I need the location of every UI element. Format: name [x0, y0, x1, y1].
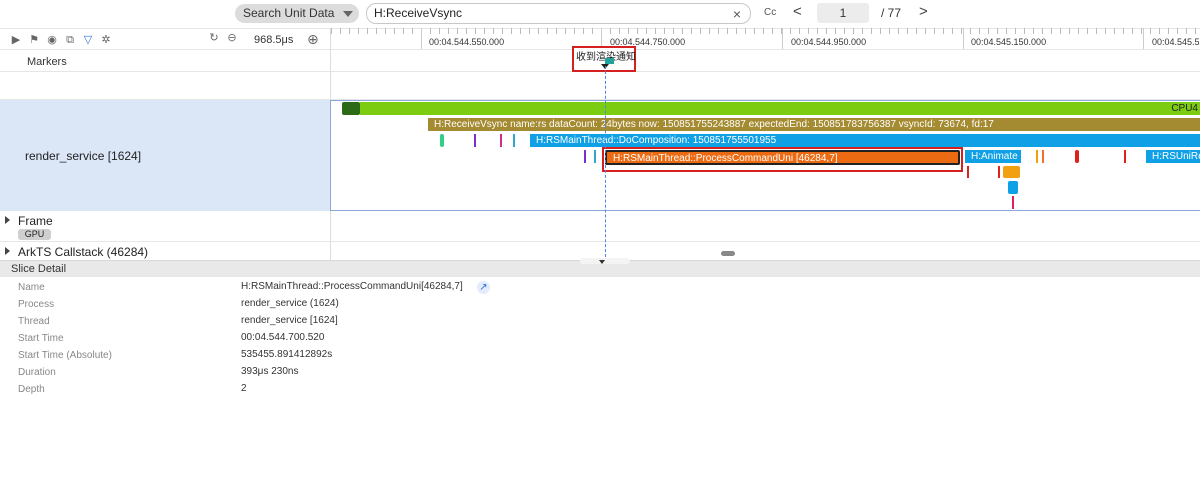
detail-value: 535455.891412892s — [241, 349, 333, 360]
expand-triangle-icon[interactable] — [5, 216, 10, 224]
receive-vsync-slice[interactable]: H:ReceiveVsync name:rs dataCount: 24byte… — [428, 118, 1200, 131]
tick-label: 00:04.544.950.000 — [791, 37, 867, 47]
ruler-major-tick — [1143, 28, 1144, 49]
result-total: / 77 — [881, 6, 902, 20]
detail-row: Thread render_service [1624] — [0, 313, 1200, 330]
detail-value: 00:04.544.700.520 — [241, 332, 325, 343]
empty-track-row — [0, 72, 1200, 100]
row-divider — [330, 242, 331, 260]
tick-label: 00:04.544.550.000 — [429, 37, 505, 47]
detail-key: Start Time — [18, 333, 64, 344]
expand-triangle-icon[interactable] — [5, 247, 10, 255]
small-slice[interactable] — [1012, 196, 1014, 209]
cpu-slice[interactable]: CPU4 — [360, 102, 1200, 115]
detail-key: Name — [18, 282, 45, 293]
zoom-in-icon[interactable]: ⊕ — [307, 31, 319, 48]
detail-value: 2 — [241, 383, 247, 394]
search-type-dropdown[interactable]: Search Unit Data — [235, 4, 359, 23]
match-case-toggle[interactable]: Cc — [764, 7, 776, 18]
ruler-major-tick — [782, 28, 783, 49]
zoom-out-icon[interactable]: ⊖ — [226, 32, 238, 44]
search-query: H:ReceiveVsync — [374, 6, 463, 20]
animate-slice[interactable]: H:Animate — [965, 150, 1021, 163]
row-divider — [330, 72, 331, 100]
arkts-callstack-label: ArkTS Callstack (46284) — [18, 245, 149, 259]
process-label: render_service [1624] — [25, 149, 142, 163]
selected-slice-highlight-box — [602, 147, 963, 172]
time-cursor-line — [605, 66, 606, 262]
target-icon[interactable]: ◉ — [46, 34, 58, 46]
slice-detail-panel: Name H:RSMainThread::ProcessCommandUni[4… — [0, 277, 1200, 479]
frame-row[interactable]: Frame GPU — [0, 211, 1200, 242]
result-index-input[interactable]: 1 — [817, 3, 869, 23]
small-slice[interactable] — [500, 134, 502, 147]
detail-key: Depth — [18, 384, 45, 395]
tick-label: 00:04.545.150.000 — [971, 37, 1047, 47]
small-slice[interactable] — [1036, 150, 1038, 163]
zoom-level: 968.5μs — [254, 34, 294, 46]
process-label-cell[interactable]: render_service [1624] — [0, 100, 330, 211]
detail-key: Start Time (Absolute) — [18, 350, 112, 361]
detail-row: Start Time 00:04.544.700.520 — [0, 330, 1200, 347]
ruler-minor-ticks — [331, 28, 1200, 34]
search-toolbar: Search Unit Data H:ReceiveVsync × Cc < 1… — [0, 0, 1200, 28]
collapse-arrow-icon[interactable] — [599, 260, 605, 264]
cpu-slice-dark[interactable] — [342, 102, 360, 115]
detail-row: Start Time (Absolute) 535455.891412892s — [0, 347, 1200, 364]
small-slice[interactable] — [594, 150, 596, 163]
settings-icon[interactable]: ✲ — [100, 34, 112, 46]
small-slice[interactable] — [513, 134, 515, 147]
timeline-ruler[interactable]: 00:04.544.550.000 00:04.544.750.000 00:0… — [330, 28, 1200, 50]
small-slice[interactable] — [474, 134, 476, 147]
frame-label: Frame — [18, 214, 53, 228]
small-slice[interactable] — [1042, 150, 1044, 163]
detail-value: render_service (1624) — [241, 298, 339, 309]
slice-detail-title: Slice Detail — [11, 263, 67, 275]
search-input[interactable]: H:ReceiveVsync × — [366, 3, 751, 24]
small-slice[interactable] — [1008, 181, 1018, 194]
small-slice[interactable] — [998, 166, 1000, 178]
small-slice[interactable] — [1124, 150, 1126, 163]
do-composition-slice[interactable]: H:RSMainThread::DoComposition: 150851755… — [530, 134, 1200, 147]
horizontal-scrollbar-thumb[interactable] — [721, 251, 735, 256]
small-slice[interactable] — [1075, 150, 1079, 163]
ruler-major-tick — [421, 28, 422, 49]
detail-value: 393μs 230ns — [241, 366, 299, 377]
small-slice[interactable] — [1003, 166, 1020, 178]
row-divider — [330, 50, 331, 72]
ruler-major-tick — [963, 28, 964, 49]
detail-value: render_service [1624] — [241, 315, 338, 326]
detail-key: Process — [18, 299, 55, 310]
flag-icon[interactable]: ⚑ — [28, 34, 40, 46]
rsuni-slice[interactable]: H:RSUniRe — [1146, 150, 1200, 163]
next-result-button[interactable]: > — [919, 3, 928, 20]
small-slice[interactable] — [584, 150, 586, 163]
filter-icon[interactable]: ▽ — [82, 34, 94, 46]
jump-to-slice-icon[interactable]: ↗ — [477, 281, 490, 294]
play-icon[interactable]: ▶ — [10, 34, 22, 46]
history-icon[interactable]: ↻ — [208, 32, 220, 44]
chevron-down-icon — [343, 11, 353, 17]
detail-row: Name H:RSMainThread::ProcessCommandUni[4… — [0, 279, 1200, 296]
small-slice[interactable] — [967, 166, 969, 178]
gpu-badge: GPU — [18, 229, 51, 240]
small-slice[interactable] — [440, 134, 444, 147]
markers-label: Markers — [27, 56, 67, 68]
panel-resize-handle[interactable] — [580, 258, 630, 264]
clear-icon[interactable]: × — [733, 5, 741, 24]
row-divider — [330, 211, 331, 241]
detail-value: H:RSMainThread::ProcessCommandUni[46284,… — [241, 281, 463, 292]
detail-key: Duration — [18, 367, 56, 378]
detail-row: Process render_service (1624) — [0, 296, 1200, 313]
detail-row: Duration 393μs 230ns — [0, 364, 1200, 381]
search-type-label: Search Unit Data — [243, 6, 335, 20]
tick-label: 00:04.545.5 — [1152, 37, 1200, 47]
detail-row: Depth 2 — [0, 381, 1200, 398]
screenshot-icon[interactable]: ⧉ — [64, 34, 76, 46]
previous-result-button[interactable]: < — [793, 3, 802, 20]
detail-key: Thread — [18, 316, 50, 327]
